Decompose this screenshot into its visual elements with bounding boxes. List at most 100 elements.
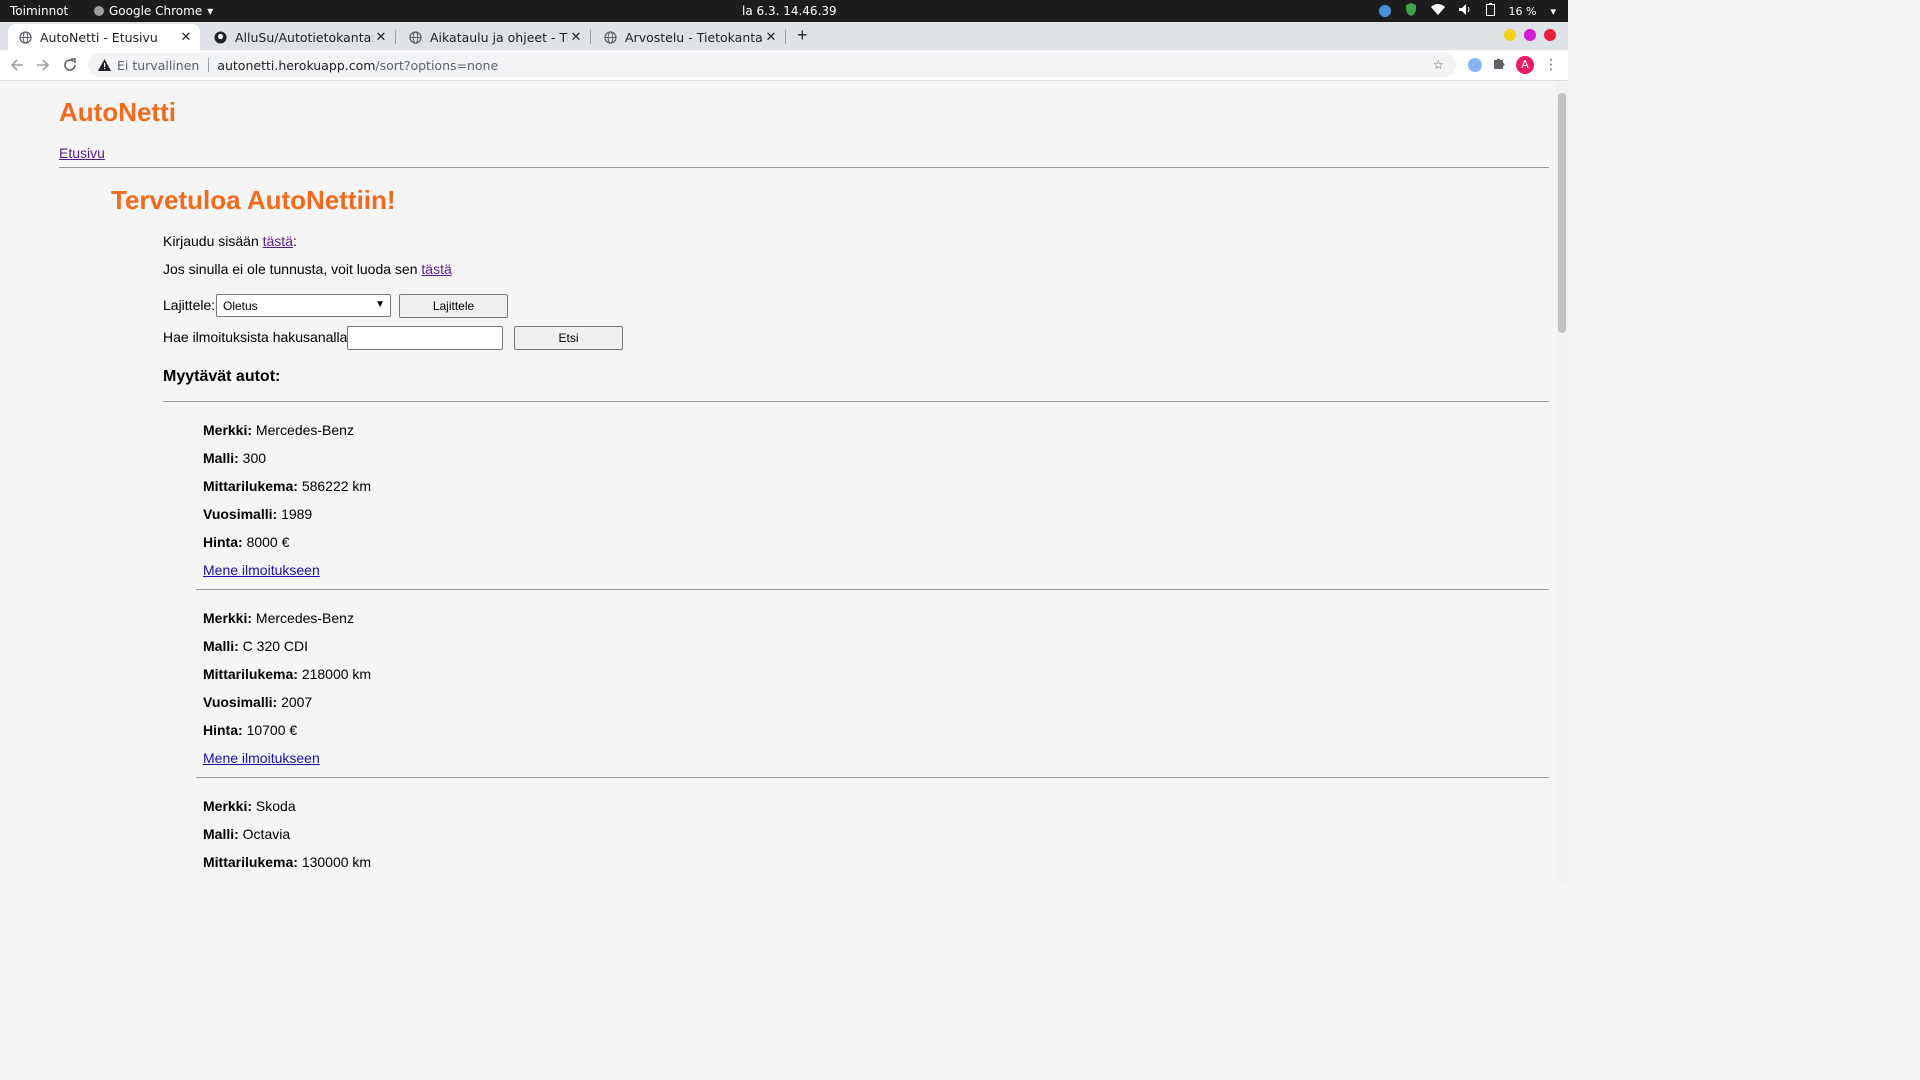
- close-window-button[interactable]: [1544, 29, 1556, 41]
- url-host: autonetti.herokuapp.com: [217, 57, 376, 73]
- chevron-down-icon: ▾: [207, 4, 214, 18]
- tab-arvostelu[interactable]: Arvostelu - Tietokantasov ✕: [593, 24, 786, 50]
- back-button[interactable]: [8, 56, 26, 74]
- menu-icon[interactable]: ⋮: [1544, 57, 1558, 73]
- login-text: Kirjaudu sisään: [163, 233, 263, 249]
- minimize-button[interactable]: [1504, 29, 1516, 41]
- clock[interactable]: la 6.3. 14.46.39: [742, 4, 837, 18]
- divider: [196, 777, 1549, 778]
- field-label: Vuosimalli:: [203, 694, 278, 710]
- car-model-row: Malli: Octavia: [203, 826, 290, 842]
- search-input[interactable]: [347, 326, 503, 350]
- car-mileage: 130000 km: [301, 854, 372, 870]
- battery-percent: 16 %: [1508, 4, 1537, 18]
- globe-tray-icon: [1378, 5, 1391, 17]
- close-icon[interactable]: ✕: [763, 30, 779, 45]
- field-label: Malli:: [203, 638, 239, 654]
- extension-icon[interactable]: [1468, 57, 1482, 72]
- tab-aikataulu[interactable]: Aikataulu ja ohjeet - Tieto ✕: [398, 24, 591, 50]
- car-year-row: Vuosimalli: 1989: [203, 506, 312, 522]
- field-label: Merkki:: [203, 422, 253, 438]
- tab-strip: AutoNetti - Etusivu ✕ AlluSu/Autotietoka…: [0, 22, 1568, 50]
- arrow-left-icon: [10, 59, 23, 71]
- tab-autonetti[interactable]: AutoNetti - Etusivu ✕: [8, 24, 200, 50]
- volume-icon: [1458, 4, 1472, 18]
- globe-icon: [18, 30, 32, 44]
- field-label: Malli:: [203, 450, 239, 466]
- warning-icon[interactable]: [98, 59, 111, 71]
- car-make: Mercedes-Benz: [255, 610, 354, 626]
- login-link[interactable]: tästä: [263, 233, 293, 249]
- window-controls: [1504, 29, 1556, 41]
- field-label: Vuosimalli:: [203, 506, 278, 522]
- tab-label: AutoNetti - Etusivu: [40, 29, 158, 45]
- app-name-label: Google Chrome: [109, 4, 203, 18]
- field-label: Merkki:: [203, 798, 253, 814]
- listing-link[interactable]: Mene ilmoitukseen: [203, 750, 320, 766]
- sort-select[interactable]: Oletus ▼: [216, 294, 391, 317]
- chevron-down-icon: ▼: [375, 299, 385, 310]
- address-bar[interactable]: Ei turvallinen autonetti.herokuapp.com/s…: [88, 53, 1456, 77]
- system-tray[interactable]: 16 % ▾: [1378, 3, 1556, 19]
- car-mileage-row: Mittarilukema: 586222 km: [203, 478, 371, 494]
- close-icon[interactable]: ✕: [178, 30, 194, 45]
- register-line: Jos sinulla ei ole tunnusta, voit luoda …: [163, 261, 452, 277]
- field-label: Mittarilukema:: [203, 666, 298, 682]
- maximize-button[interactable]: [1524, 29, 1536, 41]
- app-menu[interactable]: Google Chrome ▾: [94, 4, 213, 18]
- listing-link[interactable]: Mene ilmoitukseen: [203, 562, 320, 578]
- car-mileage-row: Mittarilukema: 218000 km: [203, 666, 371, 682]
- car-make-row: Merkki: Mercedes-Benz: [203, 422, 354, 438]
- tab-label: Aikataulu ja ohjeet - Tieto: [430, 29, 568, 45]
- car-model-row: Malli: 300: [203, 450, 266, 466]
- tab-github[interactable]: AlluSu/Autotietokanta: Ti ✕: [203, 24, 396, 50]
- chrome-icon: [94, 6, 104, 16]
- field-label: Malli:: [203, 826, 239, 842]
- car-price: 8000 €: [246, 534, 290, 550]
- car-make: Mercedes-Benz: [255, 422, 354, 438]
- car-mileage-row: Mittarilukema: 130000 km: [203, 854, 371, 870]
- scrollbar-thumb[interactable]: [1558, 93, 1566, 333]
- page-content: AutoNetti Etusivu Tervetuloa AutoNettiin…: [0, 81, 1556, 882]
- close-icon[interactable]: ✕: [568, 30, 584, 45]
- site-logo: AutoNetti: [59, 97, 176, 127]
- avatar[interactable]: A: [1516, 55, 1534, 74]
- car-make-row: Merkki: Skoda: [203, 798, 296, 814]
- car-price-row: Hinta: 10700 €: [203, 722, 297, 738]
- search-button[interactable]: Etsi: [514, 326, 623, 350]
- sort-label: Lajittele:: [163, 297, 216, 313]
- sort-button[interactable]: Lajittele: [399, 294, 508, 318]
- register-link[interactable]: tästä: [421, 261, 451, 277]
- car-make-row: Merkki: Mercedes-Benz: [203, 610, 354, 626]
- field-label: Hinta:: [203, 534, 243, 550]
- close-icon[interactable]: ✕: [373, 30, 389, 45]
- star-icon[interactable]: ☆: [1433, 57, 1444, 72]
- new-tab-button[interactable]: +: [797, 25, 808, 46]
- car-make: Skoda: [255, 798, 296, 814]
- car-year: 1989: [281, 506, 313, 522]
- divider: [59, 167, 1549, 168]
- scrollbar[interactable]: [1556, 81, 1568, 882]
- tab-label: Arvostelu - Tietokantasov: [625, 29, 763, 45]
- page-title: Tervetuloa AutoNettiin!: [111, 185, 396, 215]
- car-model: 300: [242, 450, 267, 466]
- divider: [196, 589, 1549, 590]
- activities-button[interactable]: Toiminnot: [10, 4, 68, 18]
- globe-icon: [603, 30, 617, 44]
- puzzle-icon[interactable]: [1492, 55, 1506, 74]
- arrow-right-icon: [37, 59, 50, 71]
- car-model-row: Malli: C 320 CDI: [203, 638, 308, 654]
- tab-label: AlluSu/Autotietokanta: Ti: [235, 29, 373, 45]
- list-title: Myytävät autot:: [163, 368, 281, 385]
- os-top-bar: Toiminnot Google Chrome ▾ la 6.3. 14.46.…: [0, 0, 1568, 22]
- security-label[interactable]: Ei turvallinen: [117, 58, 199, 73]
- field-label: Hinta:: [203, 722, 243, 738]
- field-label: Mittarilukema:: [203, 478, 298, 494]
- shield-icon: [1405, 3, 1417, 19]
- car-year-row: Vuosimalli: 2007: [203, 694, 312, 710]
- browser-toolbar: Ei turvallinen autonetti.herokuapp.com/s…: [0, 50, 1568, 81]
- reload-button[interactable]: [61, 56, 79, 74]
- home-link[interactable]: Etusivu: [59, 145, 105, 161]
- forward-button[interactable]: [34, 56, 52, 74]
- chevron-down-icon: ▾: [1550, 4, 1556, 18]
